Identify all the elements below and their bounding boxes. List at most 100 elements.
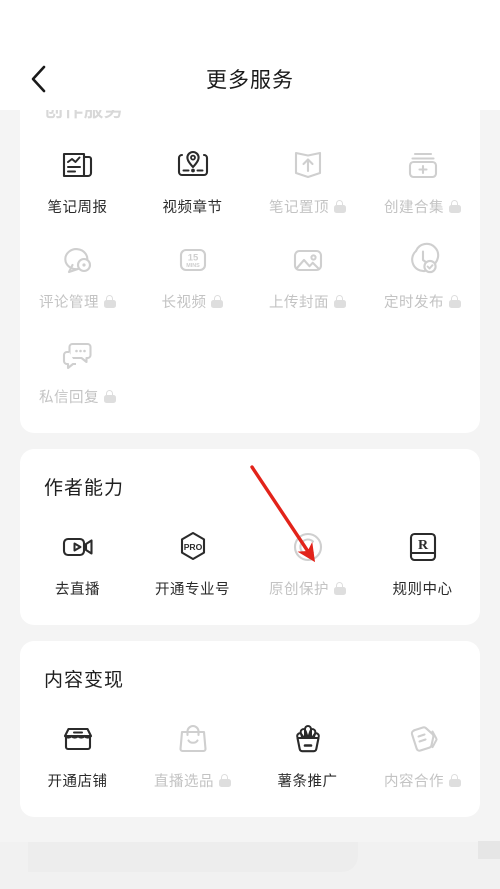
service-label: 上传封面 — [269, 294, 329, 311]
service-label: 笔记周报 — [47, 199, 108, 216]
lock-icon — [211, 295, 224, 308]
scheduled-publish-clock-icon — [402, 239, 444, 281]
open-shop-storefront-icon — [57, 718, 99, 760]
section-title-clipped-wrap: 创作服务 — [20, 110, 480, 124]
service-item-create-collection[interactable]: 创建合集 — [365, 130, 480, 225]
status-bar — [0, 0, 500, 48]
note-weekly-report-icon — [57, 144, 99, 186]
fries-promotion-icon — [287, 718, 329, 760]
pro-badge-hexagon-icon: PRO — [172, 526, 214, 568]
service-label: 薯条推广 — [277, 773, 338, 790]
note-pin-top-icon — [287, 144, 329, 186]
service-item-live-shopping-selection[interactable]: 直播选品 — [135, 704, 250, 799]
service-label-row: 规则中心 — [392, 579, 453, 598]
service-grid-author: 去直播 PRO 开通专业号 原创保护 R 规则中心 — [20, 506, 480, 607]
service-label-row: 私信回复 — [39, 387, 116, 406]
lock-icon — [333, 295, 346, 308]
service-item-copyright-protection[interactable]: 原创保护 — [250, 512, 365, 607]
phone-screen: 更多服务 创作服务 笔记周报 视频章节 笔记置顶 创建合集 评论管理 15 MI… — [0, 0, 500, 889]
service-label: 内容合作 — [384, 773, 444, 790]
lock-icon — [333, 582, 346, 595]
service-item-long-video[interactable]: 15 MINS 长视频 — [135, 225, 250, 320]
back-button[interactable] — [18, 59, 58, 99]
service-grid-creation: 笔记周报 视频章节 笔记置顶 创建合集 评论管理 15 MINS 长视频 上传封… — [20, 124, 480, 415]
lock-icon — [333, 200, 346, 213]
service-label-row: 直播选品 — [154, 771, 231, 790]
service-item-fries-promotion[interactable]: 薯条推广 — [250, 704, 365, 799]
service-label: 直播选品 — [154, 773, 214, 790]
service-label: 视频章节 — [162, 199, 223, 216]
service-item-open-shop[interactable]: 开通店铺 — [20, 704, 135, 799]
services-scroll-area[interactable]: 创作服务 笔记周报 视频章节 笔记置顶 创建合集 评论管理 15 MINS 长视… — [0, 110, 500, 889]
bottom-system-bar — [0, 841, 500, 889]
service-label-row: 笔记置顶 — [269, 197, 346, 216]
lock-icon — [448, 774, 461, 787]
service-item-video-chapter[interactable]: 视频章节 — [135, 130, 250, 225]
service-label: 长视频 — [161, 294, 207, 311]
service-item-go-live[interactable]: 去直播 — [20, 512, 135, 607]
service-item-direct-message-reply[interactable]: 私信回复 — [20, 320, 135, 415]
service-label-row: 创建合集 — [384, 197, 461, 216]
section-title-author-abilities: 作者能力 — [44, 478, 125, 499]
lock-icon — [103, 295, 116, 308]
service-label-row: 定时发布 — [384, 292, 461, 311]
service-label: 定时发布 — [384, 294, 444, 311]
service-grid-monetization: 开通店铺 直播选品 薯条推广 内容合作 — [20, 698, 480, 799]
service-label-row: 长视频 — [161, 292, 224, 311]
chevron-left-icon — [29, 64, 47, 94]
service-label-row: 视频章节 — [162, 197, 223, 216]
section-author-abilities: 作者能力 去直播 PRO 开通专业号 原创保护 R 规则中心 — [20, 449, 480, 625]
lock-icon — [218, 774, 231, 787]
svg-text:15: 15 — [187, 253, 198, 264]
service-label: 原创保护 — [269, 581, 329, 598]
service-item-scheduled-publish[interactable]: 定时发布 — [365, 225, 480, 320]
page-title: 更多服务 — [206, 69, 294, 92]
service-label: 评论管理 — [39, 294, 99, 311]
service-item-content-cooperation[interactable]: 内容合作 — [365, 704, 480, 799]
service-label: 创建合集 — [384, 199, 444, 216]
copyright-circle-c-icon — [287, 526, 329, 568]
section-title-content-monetization: 内容变现 — [44, 670, 125, 691]
service-item-open-pro-account[interactable]: PRO 开通专业号 — [135, 512, 250, 607]
service-label: 去直播 — [55, 581, 100, 598]
service-label-row: 去直播 — [55, 579, 100, 598]
service-label: 笔记置顶 — [269, 199, 329, 216]
service-label-row: 笔记周报 — [47, 197, 108, 216]
create-collection-plus-icon — [402, 144, 444, 186]
nav-bar: 更多服务 — [0, 48, 500, 110]
service-label-row: 原创保护 — [269, 579, 346, 598]
service-label: 开通店铺 — [47, 773, 108, 790]
svg-text:MINS: MINS — [186, 263, 200, 269]
rules-center-r-book-icon: R — [402, 526, 444, 568]
svg-text:R: R — [417, 538, 428, 553]
svg-text:PRO: PRO — [183, 542, 202, 552]
service-item-note-pin-top[interactable]: 笔记置顶 — [250, 130, 365, 225]
service-label-row: 开通店铺 — [47, 771, 108, 790]
service-label: 开通专业号 — [155, 581, 230, 598]
service-item-upload-cover[interactable]: 上传封面 — [250, 225, 365, 320]
15-mins-long-video-icon: 15 MINS — [172, 239, 214, 281]
service-label-row: 薯条推广 — [277, 771, 338, 790]
service-label-row: 评论管理 — [39, 292, 116, 311]
live-shopping-bag-icon — [172, 718, 214, 760]
lock-icon — [448, 295, 461, 308]
service-item-note-weekly-report[interactable]: 笔记周报 — [20, 130, 135, 225]
section-content-monetization: 内容变现 开通店铺 直播选品 薯条推广 内容合作 — [20, 641, 480, 817]
lock-icon — [448, 200, 461, 213]
service-label: 私信回复 — [39, 389, 99, 406]
service-label-row: 开通专业号 — [155, 579, 230, 598]
service-label: 规则中心 — [392, 581, 453, 598]
service-item-rules-center[interactable]: R 规则中心 — [365, 512, 480, 607]
lock-icon — [103, 390, 116, 403]
live-camera-play-icon — [57, 526, 99, 568]
content-cooperation-tag-icon — [402, 718, 444, 760]
direct-message-reply-icon — [57, 334, 99, 376]
upload-cover-image-icon — [287, 239, 329, 281]
bottom-bar-inner — [28, 842, 358, 872]
section-title-creation-services: 创作服务 — [44, 110, 125, 121]
corner-chip — [478, 841, 500, 859]
comment-manage-icon — [57, 239, 99, 281]
service-item-comment-manage[interactable]: 评论管理 — [20, 225, 135, 320]
video-chapter-pin-icon — [172, 144, 214, 186]
service-label-row: 内容合作 — [384, 771, 461, 790]
